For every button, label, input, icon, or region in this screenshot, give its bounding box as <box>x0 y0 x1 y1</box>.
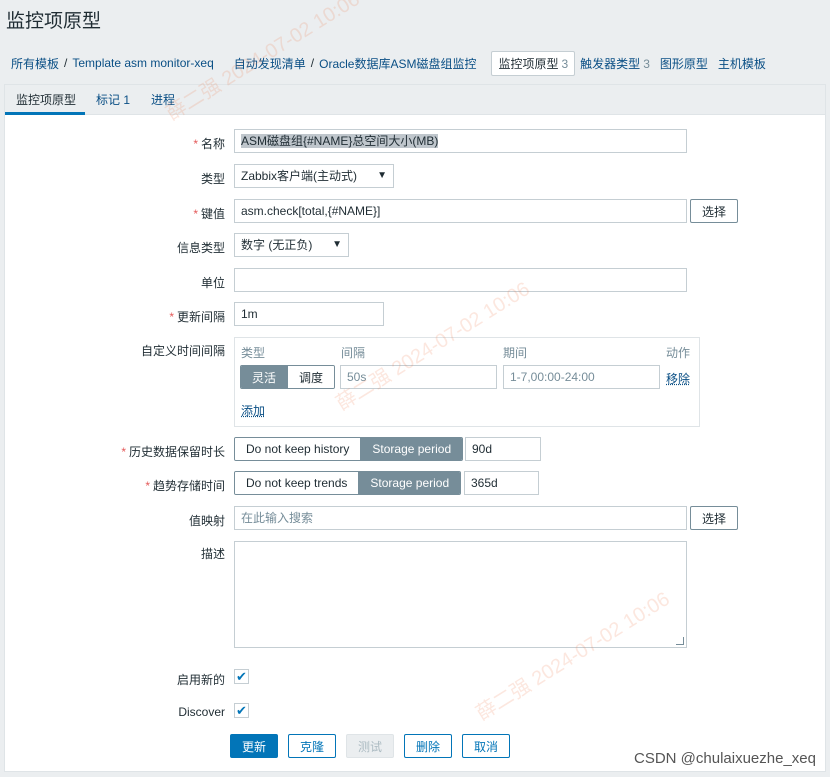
breadcrumb: 所有模板 / Template asm monitor-xeq 自动发现清单 /… <box>0 45 830 81</box>
discover-checkbox[interactable]: ✔ <box>234 703 249 718</box>
tab-item-prototypes[interactable]: 监控项原型 3 <box>491 50 576 76</box>
interval-type-toggle: 灵活 调度 <box>240 365 336 389</box>
tab-preprocessing[interactable]: 进程 <box>151 91 175 108</box>
tab-label: 触发器类型 <box>580 56 641 71</box>
tab-count: 1 <box>123 93 131 107</box>
units-input[interactable] <box>234 268 687 292</box>
col-interval-header: 间隔 <box>341 346 366 360</box>
page-title: 监控项原型 <box>6 11 102 32</box>
placeholder-text: 50s <box>347 370 367 384</box>
breadcrumb-discovery[interactable]: 自动发现清单 <box>229 55 311 72</box>
breadcrumb-rule[interactable]: Oracle数据库ASM磁盘组监控 <box>314 55 481 72</box>
key-label: * 键值 <box>193 207 225 221</box>
breadcrumb-template[interactable]: Template asm monitor-xeq <box>67 56 218 70</box>
custom-period-input[interactable]: 1-7,00:00-24:00 <box>503 365 660 389</box>
type-label: 类型 <box>200 172 225 186</box>
add-interval-link[interactable]: 添加 <box>241 402 265 419</box>
history-value-input[interactable]: 90d <box>465 437 541 461</box>
enable-new-label: 启用新的 <box>176 673 225 687</box>
trends-value-input[interactable]: 365d <box>464 471 539 495</box>
chevron-down-icon: ▼ <box>332 239 342 250</box>
enable-new-checkbox[interactable]: ✔ <box>234 669 249 684</box>
placeholder-text: 1-7,00:00-24:00 <box>510 370 595 384</box>
key-select-button[interactable]: 选择 <box>690 199 738 223</box>
info-type-select[interactable]: 数字 (无正负) ▼ <box>234 233 349 257</box>
chevron-down-icon: ▼ <box>377 170 387 181</box>
tab-graph-prototypes[interactable]: 图形原型 <box>655 55 713 72</box>
flexible-option[interactable]: 灵活 <box>241 366 288 388</box>
history-storage-period-option[interactable]: Storage period <box>360 438 463 460</box>
required-marker: * <box>193 137 198 151</box>
do-not-keep-history-option[interactable]: Do not keep history <box>235 438 361 460</box>
remove-interval-link[interactable]: 移除 <box>666 370 690 387</box>
checkmark-icon: ✔ <box>236 703 247 718</box>
name-input[interactable]: ASM磁盘组{#NAME}总空间大小(MB) <box>234 129 687 153</box>
history-label: * 历史数据保留时长 <box>121 445 225 459</box>
form-tabs: 监控项原型 标记 1 进程 <box>5 85 825 115</box>
clone-button[interactable]: 克隆 <box>288 734 336 758</box>
name-value: ASM磁盘组{#NAME}总空间大小(MB) <box>241 134 439 148</box>
type-value: Zabbix客户端(主动式) <box>241 169 358 183</box>
delete-button[interactable]: 删除 <box>404 734 452 758</box>
tab-count: 3 <box>561 56 569 71</box>
tab-count: 3 <box>643 56 650 71</box>
scheduling-option[interactable]: 调度 <box>287 366 335 388</box>
required-marker: * <box>145 479 150 493</box>
credit-text: CSDN @chulaixuezhe_xeq <box>634 750 816 767</box>
test-button: 测试 <box>346 734 394 758</box>
info-type-value: 数字 (无正负) <box>241 238 313 252</box>
tab-item-prototype[interactable]: 监控项原型 <box>16 91 76 108</box>
tab-label: 监控项原型 <box>498 56 559 71</box>
breadcrumb-all-templates[interactable]: 所有模板 <box>6 55 64 72</box>
col-action-header: 动作 <box>666 346 691 360</box>
tab-trigger-prototypes[interactable]: 触发器类型 3 <box>575 55 655 72</box>
col-period-header: 期间 <box>503 346 528 360</box>
cancel-button[interactable]: 取消 <box>462 734 510 758</box>
required-marker: * <box>193 207 198 221</box>
required-marker: * <box>169 310 174 324</box>
active-tab-indicator <box>5 112 85 115</box>
valuemap-select-button[interactable]: 选择 <box>690 506 738 530</box>
checkmark-icon: ✔ <box>236 669 247 684</box>
name-label: * 名称 <box>193 137 225 151</box>
valuemap-input[interactable]: 在此输入搜索 <box>234 506 687 530</box>
info-type-label: 信息类型 <box>176 241 225 255</box>
interval-input[interactable]: 1m <box>234 302 384 326</box>
custom-intervals-label: 自定义时间间隔 <box>140 344 225 358</box>
placeholder-text: 在此输入搜索 <box>241 511 314 525</box>
trends-label: * 趋势存储时间 <box>145 479 225 493</box>
resize-handle-icon[interactable] <box>676 637 684 645</box>
custom-interval-input[interactable]: 50s <box>340 365 497 389</box>
history-mode-toggle: Do not keep history Storage period <box>234 437 464 461</box>
tab-tags[interactable]: 标记 1 <box>96 91 130 108</box>
trends-storage-period-option[interactable]: Storage period <box>358 472 461 494</box>
custom-intervals-table: 类型 间隔 期间 动作 灵活 调度 50s 1-7,00:00-24:00 移除… <box>234 337 700 427</box>
update-button[interactable]: 更新 <box>230 734 278 758</box>
valuemap-label: 值映射 <box>188 514 225 528</box>
description-textarea[interactable] <box>234 541 687 648</box>
key-input[interactable]: asm.check[total,{#NAME}] <box>234 199 687 223</box>
type-select[interactable]: Zabbix客户端(主动式) ▼ <box>234 164 394 188</box>
do-not-keep-trends-option[interactable]: Do not keep trends <box>235 472 359 494</box>
description-label: 描述 <box>200 547 225 561</box>
tab-label: 标记 <box>96 93 121 107</box>
interval-label: * 更新间隔 <box>169 310 225 324</box>
tab-host-prototypes[interactable]: 主机模板 <box>713 55 771 72</box>
discover-label: Discover <box>178 705 225 719</box>
form-panel: 监控项原型 标记 1 进程 * 名称 ASM磁盘组{#NAME}总空间大小(MB)… <box>4 84 826 772</box>
units-label: 单位 <box>200 276 225 290</box>
required-marker: * <box>121 445 126 459</box>
trends-mode-toggle: Do not keep trends Storage period <box>234 471 462 495</box>
col-type-header: 类型 <box>241 346 266 360</box>
